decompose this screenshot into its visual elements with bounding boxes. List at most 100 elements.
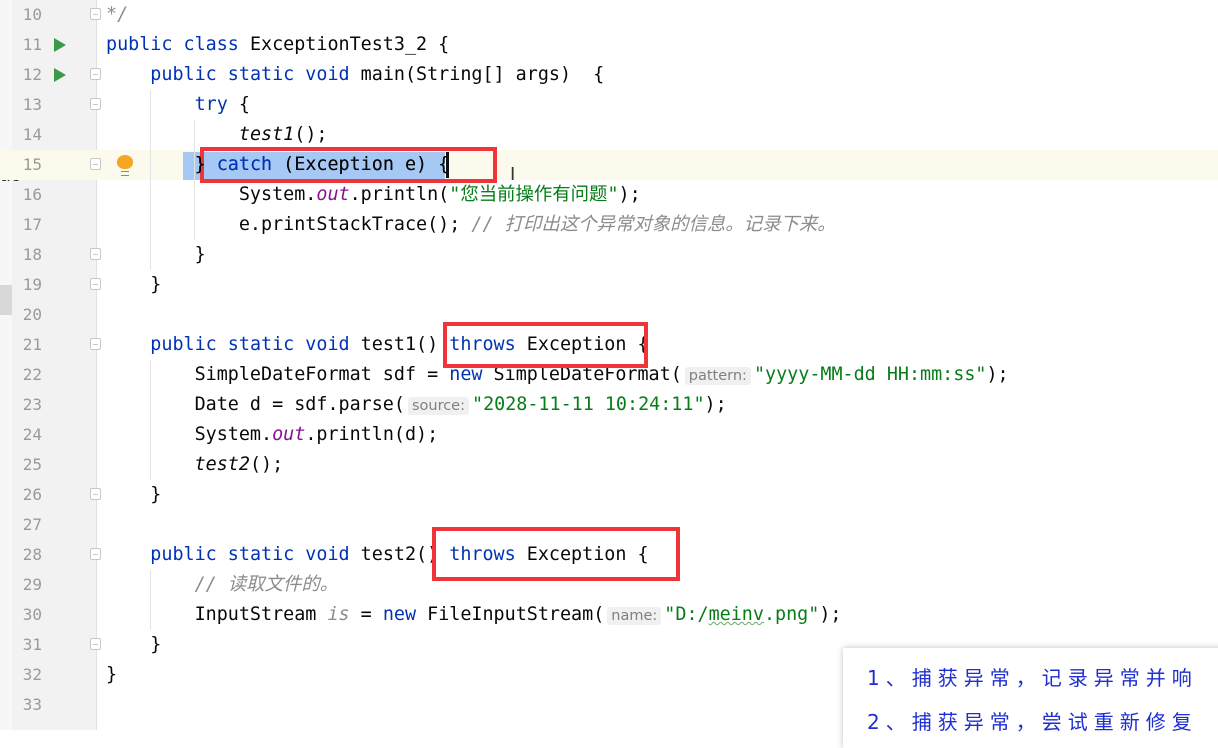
code-text: System.out.println(d);	[106, 420, 439, 450]
code-token: }	[106, 634, 162, 655]
line-number: 17	[22, 215, 42, 234]
fold-icon[interactable]	[90, 488, 101, 500]
run-icon[interactable]	[54, 38, 66, 52]
code-token: test1()	[360, 334, 450, 355]
code-text: test2();	[106, 450, 284, 480]
code-token: SimpleDateFormat sdf =	[106, 364, 450, 385]
line-number: 28	[22, 545, 42, 564]
code-token: public static void	[150, 544, 361, 565]
line-number: 23	[22, 395, 42, 414]
code-token: out	[272, 424, 306, 445]
line-number: 18	[22, 245, 42, 264]
parameter-hint: pattern:	[684, 367, 751, 385]
code-line-14[interactable]: 14 test1();	[0, 120, 1218, 150]
highlight-box-throws-test1	[443, 322, 648, 368]
line-number: 21	[22, 335, 42, 354]
code-line-10[interactable]: 10 */	[0, 0, 1218, 30]
code-token: catch	[216, 154, 284, 175]
code-text: try {	[106, 90, 250, 120]
code-token: .println(d);	[305, 424, 439, 445]
mouse-ibeam-cursor: I	[510, 164, 516, 185]
line-number: 20	[22, 305, 42, 324]
code-token: new	[382, 604, 428, 625]
fold-icon[interactable]	[90, 248, 101, 260]
code-token: public static void	[150, 64, 361, 85]
code-token: test2	[194, 454, 250, 475]
code-token: */	[106, 4, 129, 25]
code-line-overlay[interactable]: } catch (Exception e) {	[0, 150, 1218, 180]
indent-guide	[150, 360, 151, 480]
fold-icon[interactable]	[90, 98, 101, 110]
code-text: }	[106, 240, 206, 270]
fold-icon[interactable]	[90, 278, 101, 290]
line-number: 24	[22, 425, 42, 444]
code-line-11[interactable]: 11 public class ExceptionTest3_2 {	[0, 30, 1218, 60]
highlight-box-throws-test2	[432, 527, 680, 581]
code-line-18[interactable]: 18 }	[0, 240, 1218, 270]
code-text: InputStream is = new FileInputStream(nam…	[106, 600, 842, 630]
code-token: FileInputStream(	[427, 604, 605, 625]
code-token: meinv	[708, 604, 764, 625]
code-token: "yyyy-MM-dd HH:mm:ss"	[753, 364, 987, 385]
code-token: }	[106, 154, 217, 175]
code-line-23[interactable]: 23 Date d = sdf.parse(source: "2028-11-11…	[0, 390, 1218, 420]
code-text: public class ExceptionTest3_2 {	[106, 30, 449, 60]
code-token: =	[349, 604, 383, 625]
line-number: 27	[22, 515, 42, 534]
line-number: 10	[22, 5, 42, 24]
code-token: main(String[] args) {	[360, 64, 605, 85]
code-text: System.out.println("您当前操作有问题");	[106, 180, 641, 210]
fold-icon[interactable]	[90, 68, 101, 80]
indent-guide	[150, 570, 151, 630]
code-token: public static void	[150, 334, 361, 355]
code-token: public class	[106, 34, 250, 55]
code-line-24[interactable]: 24 System.out.println(d);	[0, 420, 1218, 450]
code-token: out	[316, 184, 350, 205]
line-number: 30	[22, 605, 42, 624]
fold-icon[interactable]	[90, 638, 101, 650]
code-token: );	[819, 604, 842, 625]
code-token: test1	[238, 124, 295, 145]
line-number: 29	[22, 575, 42, 594]
line-number: 25	[22, 455, 42, 474]
code-token: (Exception e) {	[283, 154, 450, 175]
parameter-hint: name:	[607, 607, 662, 625]
code-line-19[interactable]: 19 }	[0, 270, 1218, 300]
code-token: ExceptionTest3_2 {	[249, 34, 450, 55]
fold-icon[interactable]	[90, 548, 101, 560]
line-number: 14	[22, 125, 42, 144]
code-line-17[interactable]: 17 e.printStackTrace(); // 打印出这个异常对象的信息。…	[0, 210, 1218, 240]
code-token: System.	[106, 424, 273, 445]
indent-guide	[194, 120, 195, 240]
code-text: public static void main(String[] args) {	[106, 60, 604, 90]
line-number: 32	[22, 665, 42, 684]
run-icon[interactable]	[54, 68, 66, 82]
line-number: 19	[22, 275, 42, 294]
line-number: 13	[22, 95, 42, 114]
annotation-note: 1、捕获异常，记录异常并响 2、捕获异常，尝试重新修复	[843, 648, 1218, 748]
code-token: }	[106, 244, 206, 265]
fold-icon[interactable]	[90, 8, 101, 20]
code-line-12[interactable]: 12 public static void main(String[] args…	[0, 60, 1218, 90]
code-line-26[interactable]: 26 }	[0, 480, 1218, 510]
code-text: }	[106, 270, 161, 300]
code-text: }	[106, 630, 161, 660]
code-text: }	[106, 660, 117, 690]
code-token: }	[106, 274, 162, 295]
code-line-13[interactable]: 13 try {	[0, 90, 1218, 120]
code-token: System.	[106, 184, 317, 205]
code-text: e.printStackTrace(); // 打印出这个异常对象的信息。记录下…	[106, 210, 836, 240]
parameter-hint: source:	[407, 397, 469, 415]
code-token: {	[238, 94, 250, 115]
code-line-30[interactable]: 30 InputStream is = new FileInputStream(…	[0, 600, 1218, 630]
line-number: 31	[22, 635, 42, 654]
code-token: );	[618, 184, 641, 205]
code-line-25[interactable]: 25 test2();	[0, 450, 1218, 480]
code-text: test1();	[106, 120, 328, 150]
fold-icon[interactable]	[90, 338, 101, 350]
code-token: );	[986, 364, 1009, 385]
code-line-16[interactable]: 16 System.out.println("您当前操作有问题");	[0, 180, 1218, 210]
code-text: }	[106, 480, 161, 510]
